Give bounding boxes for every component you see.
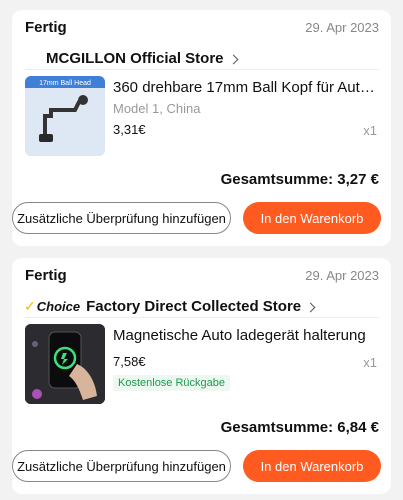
phone-holder-image: 17mm Ball Head — [25, 76, 105, 156]
car-charger-image — [25, 324, 105, 404]
order-status: Fertig — [25, 267, 67, 284]
add-to-cart-button[interactable]: In den Warenkorb — [243, 202, 381, 234]
order-card[interactable]: Fertig 29. Apr 2023 ✓ Choice Factory Dir… — [12, 258, 391, 494]
order-card[interactable]: Fertig 29. Apr 2023 MCGILLON Official St… — [12, 10, 391, 246]
product-thumbnail[interactable] — [25, 324, 105, 404]
store-name: Factory Direct Collected Store — [86, 298, 302, 315]
product-title[interactable]: 360 drehbare 17mm Ball Kopf für Auto-Tel… — [113, 79, 381, 96]
add-to-cart-button[interactable]: In den Warenkorb — [243, 450, 381, 482]
store-name: MCGILLON Official Store — [46, 50, 224, 67]
product-title[interactable]: Magnetische Auto ladegerät halterung — [113, 327, 381, 344]
product-price: 7,58€ — [113, 354, 146, 369]
divider — [25, 69, 379, 70]
order-date: 29. Apr 2023 — [305, 268, 379, 283]
free-return-badge: Kostenlose Rückgabe — [113, 375, 231, 391]
store-link[interactable]: ✓ Choice Factory Direct Collected Store — [24, 298, 316, 315]
order-total: Gesamtsumme: 6,84 € — [220, 419, 379, 436]
add-review-button[interactable]: Zusätzliche Überprüfung hinzufügen — [12, 450, 231, 482]
store-link[interactable]: MCGILLON Official Store — [46, 50, 238, 67]
product-quantity: x1 — [363, 123, 377, 138]
product-thumbnail[interactable]: 17mm Ball Head — [25, 76, 105, 156]
chevron-right-icon — [228, 54, 238, 64]
order-total: Gesamtsumme: 3,27 € — [220, 171, 379, 188]
chevron-right-icon — [305, 302, 316, 312]
choice-label: Choice — [36, 299, 81, 314]
product-price: 3,31€ — [113, 122, 146, 137]
choice-badge: ✓ Choice — [24, 298, 80, 315]
add-review-button[interactable]: Zusätzliche Überprüfung hinzufügen — [12, 202, 231, 234]
thumb-label: 17mm Ball Head — [39, 80, 91, 87]
divider — [25, 317, 379, 318]
checkmark-icon: ✓ — [24, 298, 36, 314]
product-variant: Model 1, China — [113, 101, 201, 116]
order-status: Fertig — [25, 19, 67, 36]
product-quantity: x1 — [363, 355, 377, 370]
order-date: 29. Apr 2023 — [305, 20, 379, 35]
